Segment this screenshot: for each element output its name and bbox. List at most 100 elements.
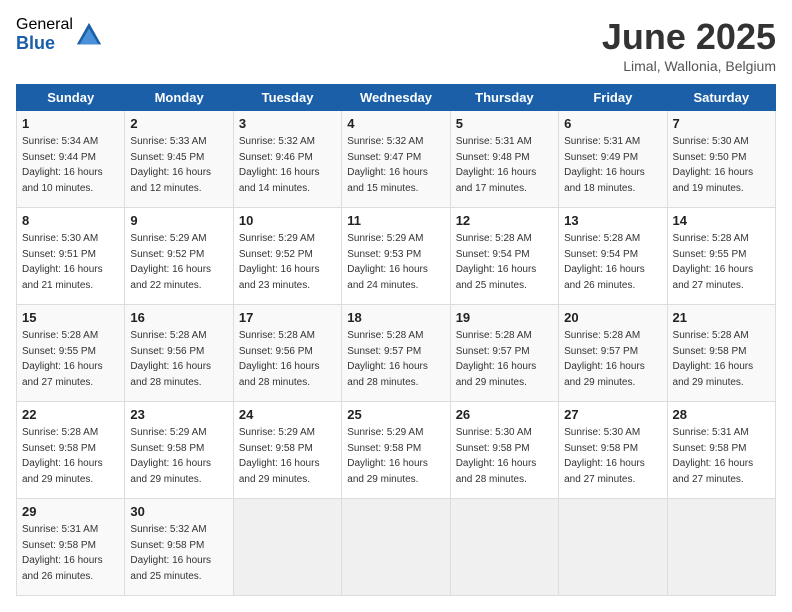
day-number: 12 [456,212,553,230]
calendar-cell: 27Sunrise: 5:30 AMSunset: 9:58 PMDayligh… [559,402,667,499]
calendar-cell: 13Sunrise: 5:28 AMSunset: 9:54 PMDayligh… [559,208,667,305]
day-info: Sunrise: 5:28 AMSunset: 9:54 PMDaylight:… [456,233,537,291]
col-friday: Friday [559,85,667,111]
col-saturday: Saturday [667,85,775,111]
day-number: 28 [673,406,770,424]
logo-blue: Blue [16,34,73,54]
calendar-cell: 3Sunrise: 5:32 AMSunset: 9:46 PMDaylight… [233,111,341,208]
day-info: Sunrise: 5:28 AMSunset: 9:57 PMDaylight:… [347,330,428,388]
day-number: 9 [130,212,227,230]
header-row: Sunday Monday Tuesday Wednesday Thursday… [17,85,776,111]
calendar-cell: 25 Sunrise: 5:29 AMSunset: 9:58 PMDayligh… [342,402,450,499]
col-wednesday: Wednesday [342,85,450,111]
col-sunday: Sunday [17,85,125,111]
day-number: 23 [130,406,227,424]
calendar-cell: 9 Sunrise: 5:29 AMSunset: 9:52 PMDaylight… [125,208,233,305]
title-area: June 2025 Limal, Wallonia, Belgium [602,16,776,74]
day-number: 21 [673,309,770,327]
day-number: 7 [673,115,770,133]
calendar-cell: 11Sunrise: 5:29 AMSunset: 9:53 PMDayligh… [342,208,450,305]
calendar-cell [233,499,341,596]
day-info: Sunrise: 5:28 AMSunset: 9:56 PMDaylight:… [239,330,320,388]
day-info: Sunrise: 5:31 AMSunset: 9:48 PMDaylight:… [456,136,537,194]
col-thursday: Thursday [450,85,558,111]
col-tuesday: Tuesday [233,85,341,111]
day-number: 8 [22,212,119,230]
calendar-table: Sunday Monday Tuesday Wednesday Thursday… [16,84,776,596]
day-info: Sunrise: 5:31 AMSunset: 9:58 PMDaylight:… [673,427,754,485]
calendar-cell [559,499,667,596]
day-number: 10 [239,212,336,230]
col-monday: Monday [125,85,233,111]
day-info: Sunrise: 5:34 AMSunset: 9:44 PMDaylight:… [22,136,103,194]
day-info: Sunrise: 5:28 AMSunset: 9:56 PMDaylight:… [130,330,211,388]
day-info: Sunrise: 5:29 AMSunset: 9:52 PMDaylight:… [130,233,211,291]
day-number: 2 [130,115,227,133]
day-info: Sunrise: 5:31 AMSunset: 9:58 PMDaylight:… [22,524,103,582]
location: Limal, Wallonia, Belgium [602,58,776,74]
calendar-cell [342,499,450,596]
day-info: Sunrise: 5:30 AMSunset: 9:58 PMDaylight:… [564,427,645,485]
calendar-cell: 22Sunrise: 5:28 AMSunset: 9:58 PMDayligh… [17,402,125,499]
day-number: 18 [347,309,444,327]
calendar-cell: 10Sunrise: 5:29 AMSunset: 9:52 PMDayligh… [233,208,341,305]
day-number: 16 [130,309,227,327]
calendar-row-4: 22Sunrise: 5:28 AMSunset: 9:58 PMDayligh… [17,402,776,499]
page: General Blue June 2025 Limal, Wallonia, … [0,0,792,612]
day-number: 24 [239,406,336,424]
day-number: 3 [239,115,336,133]
calendar-cell: 24 Sunrise: 5:29 AMSunset: 9:58 PMDayligh… [233,402,341,499]
calendar-cell: 14 Sunrise: 5:28 AMSunset: 9:55 PMDayligh… [667,208,775,305]
day-number: 15 [22,309,119,327]
day-number: 29 [22,503,119,521]
day-info: Sunrise: 5:28 AMSunset: 9:58 PMDaylight:… [22,427,103,485]
day-info: Sunrise: 5:29 AMSunset: 9:58 PMDaylight:… [239,427,320,485]
day-number: 6 [564,115,661,133]
logo-icon [75,21,103,49]
calendar-cell: 2 Sunrise: 5:33 AMSunset: 9:45 PMDaylight… [125,111,233,208]
day-info: Sunrise: 5:32 AMSunset: 9:47 PMDaylight:… [347,136,428,194]
calendar-cell: 19 Sunrise: 5:28 AMSunset: 9:57 PMDayligh… [450,305,558,402]
day-info: Sunrise: 5:28 AMSunset: 9:58 PMDaylight:… [673,330,754,388]
calendar-cell: 17 Sunrise: 5:28 AMSunset: 9:56 PMDayligh… [233,305,341,402]
day-number: 30 [130,503,227,521]
calendar-cell: 4 Sunrise: 5:32 AMSunset: 9:47 PMDaylight… [342,111,450,208]
day-info: Sunrise: 5:30 AMSunset: 9:51 PMDaylight:… [22,233,103,291]
calendar-cell: 26 Sunrise: 5:30 AMSunset: 9:58 PMDayligh… [450,402,558,499]
day-info: Sunrise: 5:30 AMSunset: 9:50 PMDaylight:… [673,136,754,194]
day-number: 17 [239,309,336,327]
day-info: Sunrise: 5:30 AMSunset: 9:58 PMDaylight:… [456,427,537,485]
calendar-cell: 1 Sunrise: 5:34 AMSunset: 9:44 PMDaylight… [17,111,125,208]
calendar-cell: 18 Sunrise: 5:28 AMSunset: 9:57 PMDayligh… [342,305,450,402]
month-title: June 2025 [602,16,776,58]
calendar-cell: 16 Sunrise: 5:28 AMSunset: 9:56 PMDayligh… [125,305,233,402]
day-info: Sunrise: 5:28 AMSunset: 9:55 PMDaylight:… [22,330,103,388]
calendar-row-5: 29 Sunrise: 5:31 AMSunset: 9:58 PMDayligh… [17,499,776,596]
calendar-cell: 23Sunrise: 5:29 AMSunset: 9:58 PMDayligh… [125,402,233,499]
header: General Blue June 2025 Limal, Wallonia, … [16,16,776,74]
day-number: 14 [673,212,770,230]
calendar-cell: 8 Sunrise: 5:30 AMSunset: 9:51 PMDaylight… [17,208,125,305]
day-info: Sunrise: 5:28 AMSunset: 9:57 PMDaylight:… [564,330,645,388]
day-info: Sunrise: 5:28 AMSunset: 9:57 PMDaylight:… [456,330,537,388]
calendar-cell: 5 Sunrise: 5:31 AMSunset: 9:48 PMDaylight… [450,111,558,208]
calendar-cell: 20Sunrise: 5:28 AMSunset: 9:57 PMDayligh… [559,305,667,402]
day-info: Sunrise: 5:29 AMSunset: 9:58 PMDaylight:… [347,427,428,485]
calendar-row-1: 1 Sunrise: 5:34 AMSunset: 9:44 PMDaylight… [17,111,776,208]
day-number: 26 [456,406,553,424]
day-info: Sunrise: 5:28 AMSunset: 9:55 PMDaylight:… [673,233,754,291]
calendar-cell: 29 Sunrise: 5:31 AMSunset: 9:58 PMDayligh… [17,499,125,596]
day-info: Sunrise: 5:31 AMSunset: 9:49 PMDaylight:… [564,136,645,194]
logo-text: General Blue [16,16,73,53]
calendar-cell: 21 Sunrise: 5:28 AMSunset: 9:58 PMDayligh… [667,305,775,402]
day-info: Sunrise: 5:28 AMSunset: 9:54 PMDaylight:… [564,233,645,291]
day-number: 19 [456,309,553,327]
day-info: Sunrise: 5:33 AMSunset: 9:45 PMDaylight:… [130,136,211,194]
day-number: 5 [456,115,553,133]
day-number: 25 [347,406,444,424]
day-number: 1 [22,115,119,133]
day-number: 11 [347,212,444,230]
day-number: 4 [347,115,444,133]
calendar-cell: 12 Sunrise: 5:28 AMSunset: 9:54 PMDayligh… [450,208,558,305]
calendar-row-2: 8 Sunrise: 5:30 AMSunset: 9:51 PMDaylight… [17,208,776,305]
